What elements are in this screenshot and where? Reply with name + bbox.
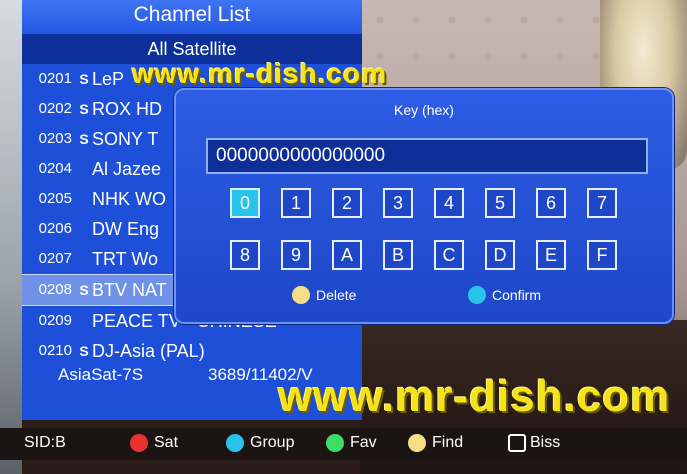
biss-label: Biss	[530, 434, 561, 451]
hex-key-d[interactable]: D	[485, 240, 515, 270]
hex-key-0[interactable]: 0	[230, 188, 260, 218]
channel-number: 0202	[38, 100, 72, 117]
fav-hint[interactable]: Fav	[326, 434, 377, 452]
yellow-button-icon	[408, 434, 426, 452]
hex-key-c[interactable]: C	[434, 240, 464, 270]
fav-label: Fav	[350, 434, 377, 451]
key-input[interactable]: 0000000000000000	[206, 138, 648, 174]
channel-number: 0209	[38, 312, 72, 329]
channel-list-title: Channel List	[22, 0, 362, 34]
watermark-top: www.mr-dish.com	[132, 58, 388, 89]
satellite-name: AsiaSat-7S	[58, 365, 144, 384]
channel-name: SONY T	[92, 129, 159, 149]
red-button-icon	[130, 434, 148, 452]
hex-key-9[interactable]: 9	[281, 240, 311, 270]
channel-number: 0203	[38, 130, 72, 147]
hex-key-2[interactable]: 2	[332, 188, 362, 218]
hex-key-e[interactable]: E	[536, 240, 566, 270]
channel-name: TRT Wo	[92, 249, 159, 269]
channel-name: BTV NAT	[92, 280, 167, 300]
left-edge	[0, 0, 22, 474]
hex-key-5[interactable]: 5	[485, 188, 515, 218]
key-hex-dialog: Key (hex) 0000000000000000 0123456789ABC…	[174, 88, 674, 324]
channel-number: 0205	[38, 190, 72, 207]
hex-key-6[interactable]: 6	[536, 188, 566, 218]
hex-key-f[interactable]: F	[587, 240, 617, 270]
channel-number: 0204	[38, 160, 72, 177]
group-hint[interactable]: Group	[226, 434, 294, 452]
yellow-button-icon	[292, 286, 310, 304]
sat-label: Sat	[154, 434, 179, 451]
watermark-bottom: www.mr-dish.com	[278, 372, 671, 421]
scrambled-icon: S	[79, 131, 89, 147]
channel-number: 0208	[38, 281, 72, 298]
channel-name: LeP	[92, 69, 125, 89]
sat-hint[interactable]: Sat	[130, 434, 178, 452]
channel-name: ROX HD	[92, 99, 163, 119]
delete-action[interactable]: Delete	[292, 286, 356, 304]
confirm-label: Confirm	[492, 287, 542, 303]
channel-name: DW Eng	[92, 219, 160, 239]
scrambled-icon: S	[79, 71, 89, 87]
green-button-icon	[326, 434, 344, 452]
channel-name: NHK WO	[92, 189, 166, 209]
blue-button-icon	[226, 434, 244, 452]
hex-key-8[interactable]: 8	[230, 240, 260, 270]
bottom-hint-bar: SID:B Sat Group Fav Find Biss	[0, 428, 687, 460]
hex-key-a[interactable]: A	[332, 240, 362, 270]
scrambled-icon: S	[79, 282, 89, 298]
hex-key-4[interactable]: 4	[434, 188, 464, 218]
confirm-action[interactable]: Confirm	[468, 286, 541, 304]
find-label: Find	[432, 434, 464, 451]
sid-label: SID:B	[24, 434, 66, 451]
hex-key-7[interactable]: 7	[587, 188, 617, 218]
hex-key-b[interactable]: B	[383, 240, 413, 270]
delete-label: Delete	[316, 287, 357, 303]
find-hint[interactable]: Find	[408, 434, 463, 452]
channel-number: 0207	[38, 250, 72, 267]
group-label: Group	[250, 434, 295, 451]
blue-button-icon	[468, 286, 486, 304]
sid-indicator: SID:B	[24, 434, 66, 452]
hex-key-3[interactable]: 3	[383, 188, 413, 218]
channel-name: Al Jazee	[92, 159, 162, 179]
channel-number: 0201	[38, 70, 72, 87]
dialog-title: Key (hex)	[394, 102, 454, 118]
scrambled-icon: S	[79, 101, 89, 117]
hex-key-1[interactable]: 1	[281, 188, 311, 218]
biss-hint[interactable]: Biss	[508, 434, 560, 452]
white-square-icon	[508, 434, 526, 452]
channel-number: 0206	[38, 220, 72, 237]
